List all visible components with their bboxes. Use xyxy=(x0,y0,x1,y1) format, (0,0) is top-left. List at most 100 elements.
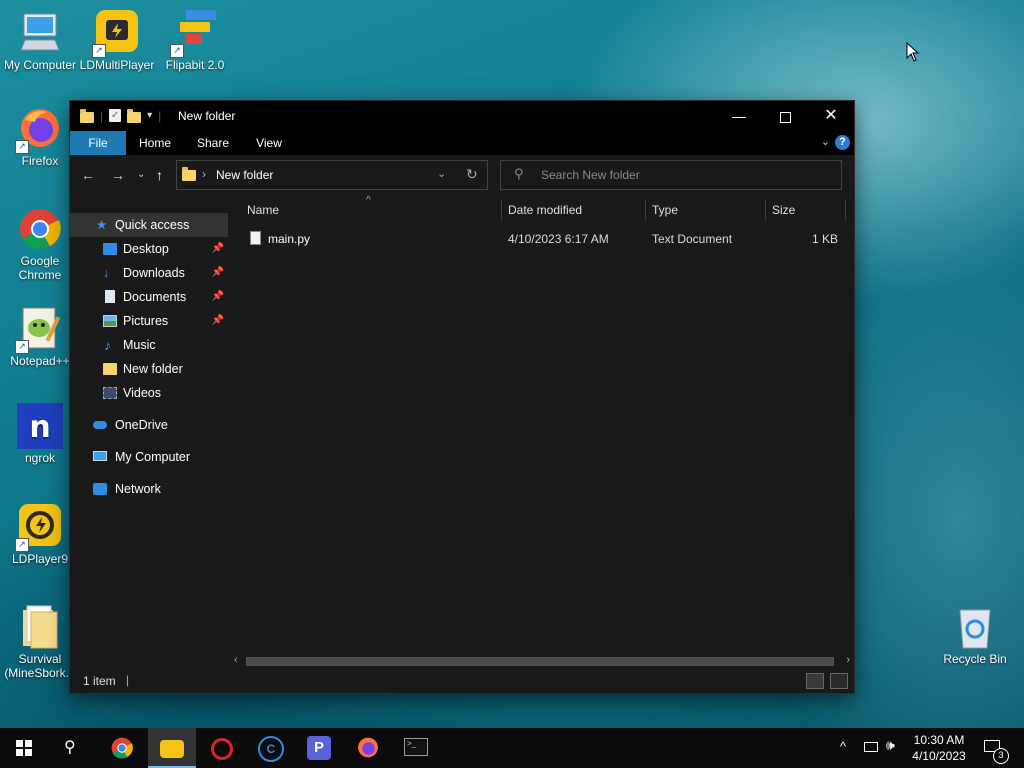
title-bar[interactable]: | ✓ ▾ | New folder — ✕ xyxy=(70,101,854,131)
column-divider[interactable] xyxy=(501,199,502,221)
clock-date: 4/10/2023 xyxy=(912,749,966,763)
sidebar-item-label: Downloads xyxy=(123,266,185,280)
maximize-button[interactable] xyxy=(762,101,808,131)
status-divider: | xyxy=(126,673,130,687)
details-view-icon[interactable] xyxy=(806,673,824,689)
sidebar-item-music[interactable]: ♪ Music xyxy=(70,333,228,357)
ngrok-icon: n xyxy=(17,403,63,449)
close-button[interactable]: ✕ xyxy=(808,101,854,131)
properties-icon[interactable]: ✓ xyxy=(109,109,122,122)
up-arrow-icon[interactable]: ↑ xyxy=(156,167,163,183)
taskbar-app-red[interactable] xyxy=(197,728,245,768)
column-divider[interactable] xyxy=(765,199,766,221)
sidebar-item-new-folder[interactable]: New folder xyxy=(70,357,228,381)
folder-icon xyxy=(103,363,117,375)
desktop-icon-firefox[interactable]: ↗ Firefox xyxy=(0,106,80,168)
desktop-icon-ldmultiplayer[interactable]: ↗ LDMultiPlayer xyxy=(77,10,157,72)
desktop-icon-recycle-bin[interactable]: Recycle Bin xyxy=(935,604,1015,666)
sidebar-item-network[interactable]: Network xyxy=(70,477,228,501)
column-header-size[interactable]: Size xyxy=(772,195,842,225)
sidebar-item-label: Quick access xyxy=(115,218,190,232)
new-folder-icon[interactable] xyxy=(127,109,142,123)
start-button[interactable] xyxy=(0,728,48,768)
maximize-icon xyxy=(779,111,791,123)
column-header-type[interactable]: Type xyxy=(652,195,762,225)
taskbar-file-explorer[interactable] xyxy=(148,728,196,768)
sidebar-item-documents[interactable]: Documents 📌 xyxy=(70,285,228,309)
desktop-icon-label: Recycle Bin xyxy=(943,652,1007,666)
red-gear-app-icon xyxy=(211,738,233,760)
customize-qat-icon[interactable]: ▾ xyxy=(147,110,152,121)
desktop-icon-label: Google Chrome xyxy=(18,254,62,282)
sidebar-item-pictures[interactable]: Pictures 📌 xyxy=(70,309,228,333)
mouse-cursor-icon xyxy=(906,42,920,62)
sidebar-item-label: Pictures xyxy=(123,314,169,328)
window-title: New folder xyxy=(178,109,236,123)
taskbar-search-button[interactable]: ⚲ xyxy=(48,728,96,768)
sidebar-item-onedrive[interactable]: OneDrive xyxy=(70,413,228,437)
tab-view[interactable]: View xyxy=(244,131,294,155)
network-tray-icon[interactable] xyxy=(864,742,878,752)
notification-count-badge: 3 xyxy=(993,748,1009,764)
breadcrumb-current-folder[interactable]: New folder xyxy=(216,168,273,182)
sidebar-item-my-computer[interactable]: My Computer xyxy=(70,445,228,469)
download-arrow-icon: ↓ xyxy=(103,266,110,280)
refresh-icon[interactable]: ↻ xyxy=(466,166,478,183)
sidebar-item-quick-access[interactable]: ★ Quick access xyxy=(70,213,228,237)
taskbar-chrome[interactable] xyxy=(98,728,146,768)
recent-locations-chevron-icon[interactable]: ⌄ xyxy=(137,169,145,180)
tab-share[interactable]: Share xyxy=(188,131,238,155)
horizontal-scrollbar[interactable]: ‹ › xyxy=(230,654,854,668)
table-row[interactable]: main.py 4/10/2023 6:17 AM Text Document … xyxy=(240,225,848,249)
address-dropdown-icon[interactable]: ⌄ xyxy=(437,167,446,180)
taskbar-app-c[interactable]: C xyxy=(246,728,294,768)
scroll-right-icon[interactable]: › xyxy=(846,654,850,666)
search-box[interactable]: ⚲ Search New folder xyxy=(500,160,842,190)
taskbar-app-p[interactable]: P xyxy=(295,728,343,768)
column-divider[interactable] xyxy=(645,199,646,221)
taskbar-clock[interactable]: 10:30 AM 4/10/2023 xyxy=(906,732,972,764)
taskbar-firefox[interactable] xyxy=(344,728,392,768)
column-header-name[interactable]: Name xyxy=(247,195,497,225)
desktop-icon-ngrok[interactable]: n ngrok xyxy=(0,403,80,465)
sidebar-item-desktop[interactable]: Desktop 📌 xyxy=(70,237,228,261)
scroll-left-icon[interactable]: ‹ xyxy=(234,654,238,666)
breadcrumb-chevron-icon: › xyxy=(202,167,206,181)
sidebar-item-videos[interactable]: Videos xyxy=(70,381,228,405)
pin-icon[interactable]: 📌 xyxy=(212,309,224,333)
desktop-icon-label: Notepad++ xyxy=(10,354,70,368)
desktop-icon-survival-folder[interactable]: Survival (MineSbork... xyxy=(0,604,80,680)
help-icon[interactable]: ? xyxy=(835,135,850,150)
sidebar-item-downloads[interactable]: ↓ Downloads 📌 xyxy=(70,261,228,285)
tab-home[interactable]: Home xyxy=(130,131,180,155)
file-list: ^ Name Date modified Type Size main.py 4… xyxy=(230,195,854,667)
terminal-icon: >_ xyxy=(404,738,428,756)
expand-ribbon-icon[interactable]: ⌄ xyxy=(821,135,830,148)
large-icons-view-icon[interactable] xyxy=(830,673,848,689)
desktop-icon-flipabit[interactable]: ↗ Flipabit 2.0 xyxy=(155,10,235,72)
sidebar-item-label: New folder xyxy=(123,362,183,376)
notification-center-button[interactable]: 3 xyxy=(980,736,1010,764)
firefox-icon xyxy=(358,737,378,758)
show-hidden-icons-chevron-icon[interactable]: ^ xyxy=(840,739,846,754)
volume-icon[interactable]: 🕪 xyxy=(886,737,895,754)
desktop-icon-ldplayer9[interactable]: ↗ LDPlayer9 xyxy=(0,504,80,566)
flipabit-icon: ↗ xyxy=(170,10,218,58)
scrollbar-thumb[interactable] xyxy=(246,657,834,666)
pin-icon[interactable]: 📌 xyxy=(212,261,224,285)
column-header-date-modified[interactable]: Date modified xyxy=(508,195,646,225)
desktop-icon-my-computer[interactable]: My Computer xyxy=(0,10,80,72)
pin-icon[interactable]: 📌 xyxy=(212,237,224,261)
desktop-icon-label: Firefox xyxy=(21,154,59,168)
column-divider[interactable] xyxy=(845,199,846,221)
minimize-button[interactable]: — xyxy=(716,101,762,131)
tab-file[interactable]: File xyxy=(70,131,126,155)
forward-arrow-icon[interactable]: → xyxy=(111,167,125,183)
address-bar[interactable]: › New folder ⌄ ↻ xyxy=(176,160,488,190)
desktop-icon-google-chrome[interactable]: Google Chrome xyxy=(0,206,80,282)
desktop-icon-notepad-plus-plus[interactable]: ↗ Notepad++ xyxy=(0,306,80,368)
taskbar-terminal[interactable]: >_ xyxy=(392,728,440,768)
pin-icon[interactable]: 📌 xyxy=(212,285,224,309)
sidebar-item-label: Documents xyxy=(123,290,187,304)
back-arrow-icon[interactable]: ← xyxy=(81,167,95,183)
